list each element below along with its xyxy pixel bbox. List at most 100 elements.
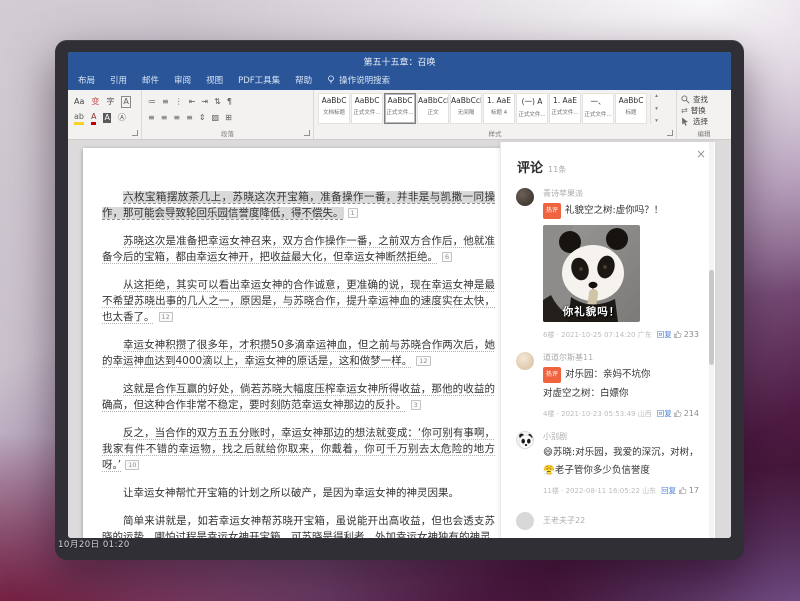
tell-me-search[interactable]: 操作说明搜索 (327, 74, 390, 86)
sort-icon[interactable]: ⇅ (214, 97, 221, 107)
styles-group: AaBbC 文档标题 AaBbC 正式文件... AaBbC 正式文件... A… (314, 90, 677, 139)
comment-text: 礼貌空之树:虚你吗？！ (565, 205, 663, 216)
styles-dialog-launcher[interactable] (667, 130, 673, 136)
style-item[interactable]: AaBbC 标题 (615, 93, 647, 124)
style-item[interactable]: AaBbC 文档标题 (318, 93, 350, 124)
editing-group-label: 编辑 (677, 128, 731, 138)
thumb-up-icon (678, 486, 687, 495)
comment-count-marker[interactable]: 1 (348, 208, 358, 218)
tab-mailings[interactable]: 邮件 (142, 74, 159, 86)
styles-gallery-more-icon[interactable]: ▾ (655, 118, 658, 124)
tab-view[interactable]: 视图 (206, 74, 223, 86)
styles-scroll-down-icon[interactable]: ▾ (655, 106, 658, 112)
show-marks-icon[interactable]: ¶ (227, 97, 232, 107)
ribbon: Aa 变 字 A ab A A Ⓐ ≔ (68, 90, 731, 140)
character-border-icon[interactable]: A (121, 96, 130, 108)
align-left-icon[interactable]: ≡ (148, 113, 155, 123)
comment-item: 小别剧 😄苏晓:对乐园，我爱的深沉，对树， 😤老子管你多少负信誉度 11楼 · … (501, 419, 715, 496)
borders-icon[interactable]: ⊞ (225, 113, 232, 123)
character-scale-icon[interactable]: 字 (106, 97, 114, 107)
reply-link[interactable]: 回复 (657, 329, 672, 340)
align-center-icon[interactable]: ≡ (161, 113, 168, 123)
shading-icon[interactable]: ▨ (212, 113, 220, 123)
panda-avatar-icon (517, 432, 534, 449)
reply-link[interactable]: 回复 (657, 408, 672, 419)
title-bar: 第五十五章：召唤 (68, 52, 731, 70)
increase-indent-icon[interactable]: ⇥ (201, 97, 208, 107)
justify-icon[interactable]: ≡ (186, 113, 193, 123)
tab-pdf-tools[interactable]: PDF工具集 (238, 74, 280, 86)
tell-me-label: 操作说明搜索 (339, 74, 390, 86)
comment-meta: 11楼 · 2022-08-11 16:05:22 山东 (543, 486, 656, 496)
comment-item: 青诗苹果派 热评礼貌空之树:虚你吗？！ (501, 176, 715, 340)
style-item[interactable]: AaBbCcD 正文 (417, 93, 449, 124)
comment-count-marker[interactable]: 12 (159, 312, 173, 322)
style-item-selected[interactable]: AaBbC 正式文件... (384, 93, 416, 124)
paragraph: 苏晓这次是准备把幸运女神召来，双方合作操作一番，之前双方合作后，他就准备今后的宝… (102, 234, 495, 266)
reply-link[interactable]: 回复 (661, 485, 676, 496)
avatar (516, 352, 534, 370)
bullets-icon[interactable]: ≔ (148, 97, 156, 107)
tab-references[interactable]: 引用 (110, 74, 127, 86)
comment-username: 小别剧 (543, 431, 699, 442)
like-count: 214 (684, 409, 699, 418)
document-page[interactable]: 六枚宝箱摆放茶几上，苏晓这次开宝箱，准备操作一番，并非是与凯撒一同操作，那可能会… (83, 148, 515, 538)
paragraph: 让幸运女神帮忙开宝箱的计划之所以破产，是因为幸运女神的神灵因果。 (102, 486, 495, 502)
decrease-indent-icon[interactable]: ⇤ (189, 97, 196, 107)
style-item[interactable]: AaBbC 正式文件... (351, 93, 383, 124)
phonetic-guide-icon[interactable]: 变 (91, 97, 99, 107)
comment-count-marker[interactable]: 10 (125, 460, 139, 470)
word-window: 第五十五章：召唤 布局 引用 邮件 审阅 视图 PDF工具集 帮助 操作说明搜索 (68, 52, 731, 538)
highlight-color-icon[interactable]: ab (74, 112, 84, 125)
system-clock: 10月20日 01:20 (58, 538, 130, 550)
thumb-up-icon (673, 409, 682, 418)
like-button[interactable]: 233 (673, 330, 699, 339)
like-button[interactable]: 17 (678, 486, 699, 495)
enclose-character-icon[interactable]: Ⓐ (118, 113, 126, 123)
comment-item: 王老夫子22 (501, 496, 715, 526)
font-dialog-launcher[interactable] (132, 130, 138, 136)
character-shading-icon[interactable]: A (103, 113, 110, 123)
style-item[interactable]: (一) A 正式文件... (516, 93, 548, 124)
align-right-icon[interactable]: ≡ (173, 113, 180, 123)
paragraph-dialog-launcher[interactable] (304, 130, 310, 136)
like-count: 17 (689, 486, 699, 495)
comment-text: 😤老子管你多少负信誉度 (543, 465, 650, 476)
paragraph: 幸运女神积攒了很多年，才积攒50多滴幸运神血，但之前与苏晓合作两次后，她的幸运神… (102, 338, 495, 370)
style-item[interactable]: AaBbCcD 无间隔 (450, 93, 482, 124)
change-case-icon[interactable]: Aa (74, 97, 84, 107)
tab-layout[interactable]: 布局 (78, 74, 95, 86)
meme-caption: 你礼貌吗！ (543, 304, 640, 319)
avatar (516, 188, 534, 206)
comment-count-marker[interactable]: 6 (442, 252, 452, 262)
styles-scroll-up-icon[interactable]: ▴ (655, 93, 658, 99)
find-button[interactable]: 查找 (681, 94, 729, 105)
multilevel-list-icon[interactable]: ⋮ (175, 97, 183, 107)
document-area: 六枚宝箱摆放茶几上，苏晓这次开宝箱，准备操作一番，并非是与凯撒一同操作，那可能会… (68, 140, 731, 538)
panda-meme-image[interactable]: 你礼貌吗！ (543, 225, 640, 322)
style-item[interactable]: 1. AaE 正式文件... (549, 93, 581, 124)
comment-count-marker[interactable]: 12 (416, 356, 430, 366)
close-icon[interactable]: × (696, 147, 706, 161)
select-button[interactable]: 选择 (681, 116, 729, 127)
screen-frame: 第五十五章：召唤 布局 引用 邮件 审阅 视图 PDF工具集 帮助 操作说明搜索 (55, 40, 744, 560)
scrollbar-thumb[interactable] (709, 270, 714, 365)
document-title: 第五十五章：召唤 (363, 55, 435, 68)
comment-count-marker[interactable]: 3 (411, 400, 421, 410)
tab-help[interactable]: 帮助 (295, 74, 312, 86)
cursor-icon (681, 117, 690, 126)
paragraph: 从这拒绝，其实可以看出幸运女神的合作诚意，更准确的说，现在幸运女神是最不希望苏晓… (102, 278, 495, 325)
desktop-background: 10月20日 01:20 第五十五章：召唤 布局 引用 邮件 审阅 视图 PDF… (0, 0, 800, 601)
paragraph: 六枚宝箱摆放茶几上，苏晓这次开宝箱，准备操作一番，并非是与凯撒一同操作，那可能会… (102, 190, 495, 222)
comment-username: 道道尔斯基11 (543, 352, 699, 363)
font-color-icon[interactable]: A (91, 112, 96, 125)
line-spacing-icon[interactable]: ⇕ (199, 113, 206, 123)
style-item[interactable]: 1. AaE 标题 4 (483, 93, 515, 124)
tab-review[interactable]: 审阅 (174, 74, 191, 86)
panel-scrollbar[interactable] (709, 142, 714, 538)
like-button[interactable]: 214 (673, 409, 699, 418)
comment-meta: 6楼 · 2021-10-25 07:14:20 广东 (543, 330, 652, 340)
replace-button[interactable]: ⇄ 替换 (681, 105, 729, 116)
style-item[interactable]: 一、 正式文件... (582, 93, 614, 124)
numbering-icon[interactable]: ≡ (162, 97, 169, 107)
